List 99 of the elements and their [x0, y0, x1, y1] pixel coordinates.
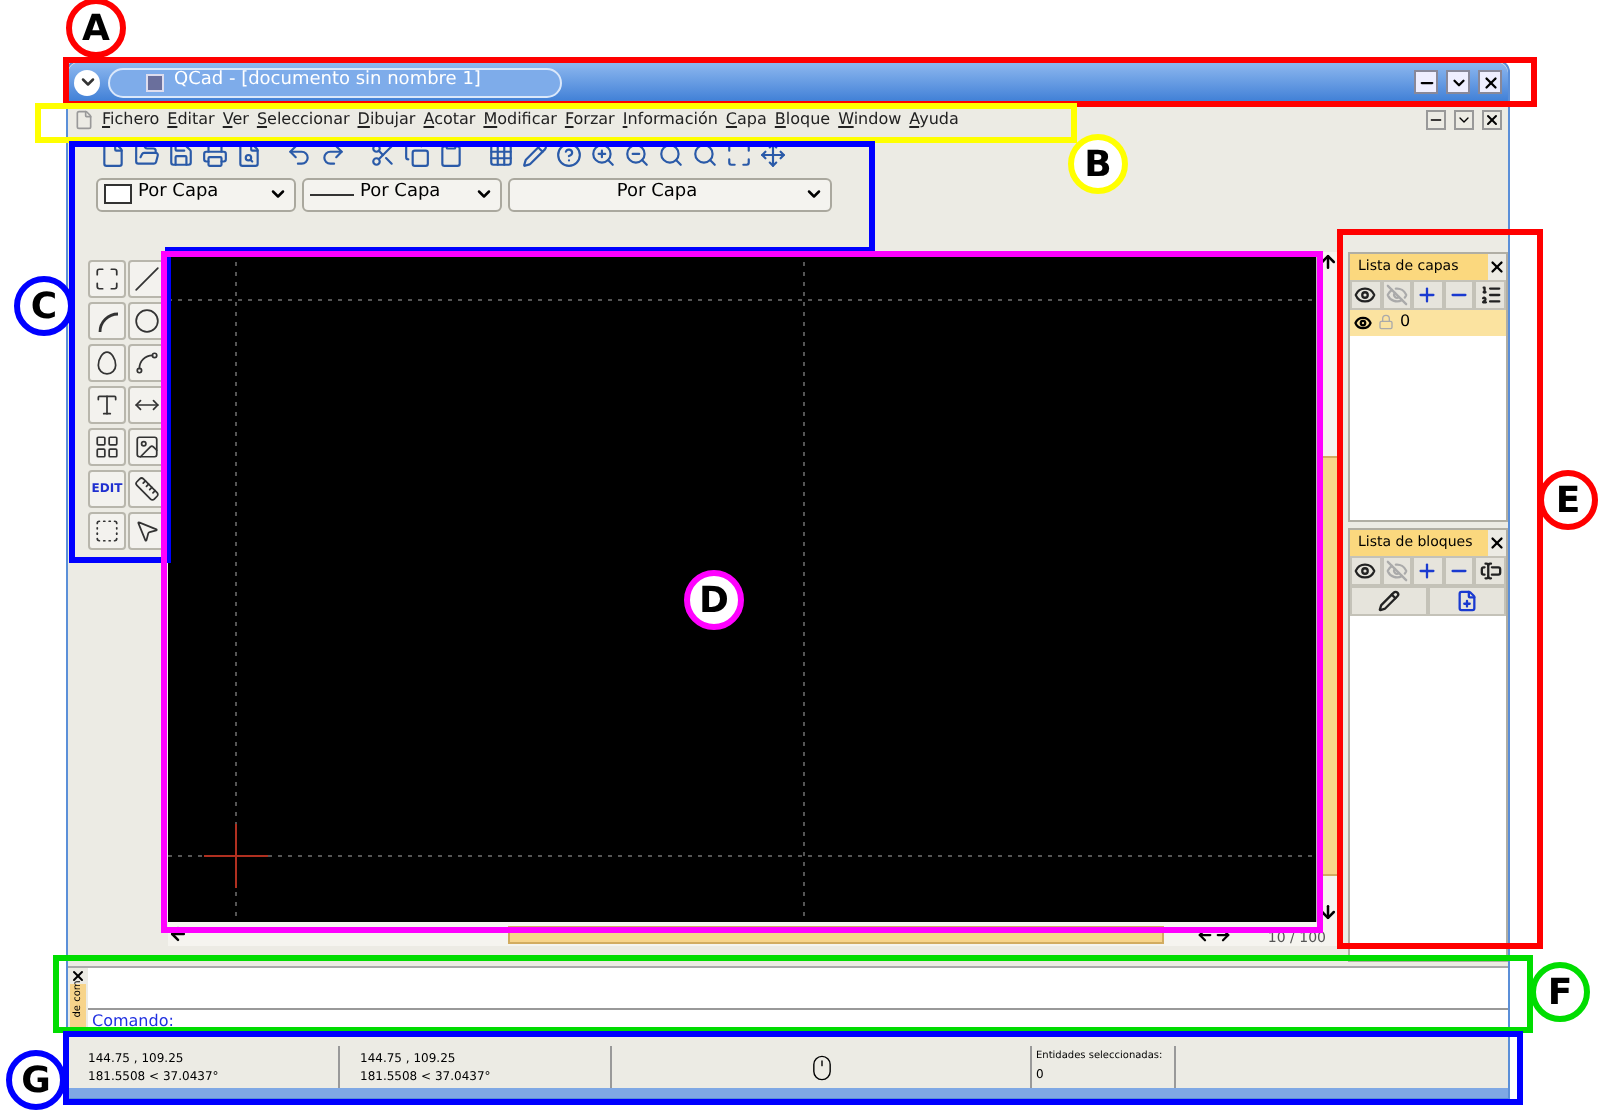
menu-item[interactable]: Ayuda — [909, 108, 959, 132]
pen-dropdown[interactable]: Por Capa — [96, 177, 296, 211]
hatch-tool[interactable] — [88, 428, 126, 466]
close-icon[interactable] — [1488, 533, 1506, 552]
paste-icon — [438, 142, 464, 168]
zoom-in-icon — [590, 142, 616, 168]
scroll-up-icon — [1318, 252, 1338, 272]
close-button[interactable] — [1478, 70, 1502, 94]
eye-icon — [1354, 313, 1372, 331]
app-logo-icon — [146, 73, 164, 91]
save-icon — [168, 142, 194, 168]
magnifier-icon — [692, 142, 718, 168]
menu-item[interactable]: Window — [838, 108, 902, 132]
zoom-icon — [658, 142, 684, 168]
rename-block-icon — [1479, 559, 1502, 581]
command-label: Comando: — [90, 1009, 176, 1033]
measure-icon — [133, 476, 159, 502]
spline-icon — [133, 350, 159, 376]
grid-icon — [488, 142, 514, 168]
close-icon[interactable] — [1488, 257, 1506, 276]
block-tool[interactable] — [88, 512, 126, 550]
select-icon — [133, 518, 159, 544]
color-swatch-icon — [104, 184, 132, 204]
insert-block-icon — [1456, 589, 1478, 611]
show-all-icon — [1354, 559, 1377, 581]
show-all-icon — [1354, 283, 1377, 305]
pan-icon — [760, 142, 786, 168]
annotation-badge: A — [66, 0, 126, 58]
arc-tool[interactable] — [88, 302, 126, 340]
redo-icon — [320, 142, 346, 168]
menu-item[interactable]: Editar — [167, 108, 215, 132]
lock-icon — [1378, 314, 1394, 330]
circle-icon — [133, 308, 159, 334]
cut-icon — [370, 142, 396, 168]
menu-item[interactable]: Información — [622, 108, 718, 132]
edit-layer-button[interactable] — [1474, 279, 1506, 309]
edit-layer-icon — [1479, 283, 1502, 305]
add-layer-button[interactable] — [1412, 279, 1444, 309]
insert-block-button[interactable] — [1428, 585, 1506, 615]
add-block-button[interactable] — [1412, 555, 1444, 585]
doc-close-button[interactable] — [1482, 110, 1502, 130]
pen-dropdown[interactable]: Por Capa — [508, 177, 832, 211]
image-icon — [133, 434, 159, 460]
new-file-icon — [100, 142, 126, 168]
text-icon — [94, 392, 120, 418]
window-title: QCad - [documento sin nombre 1] — [174, 68, 481, 95]
line-sample-icon — [310, 193, 354, 195]
add-block-icon — [1416, 559, 1439, 581]
zoom-out-icon — [624, 142, 650, 168]
minimize-button[interactable] — [1414, 70, 1438, 94]
caret-icon — [1456, 112, 1472, 128]
mouse-icon — [807, 1053, 835, 1081]
maximize-button[interactable] — [1446, 70, 1470, 94]
hide-all-icon — [1385, 283, 1408, 305]
menu-item[interactable]: Bloque — [774, 108, 831, 132]
pencil-icon — [522, 142, 548, 168]
menu-item[interactable]: Seleccionar — [256, 108, 350, 132]
close-icon — [1484, 112, 1500, 128]
annotation-badge: E — [1538, 470, 1598, 530]
close-icon[interactable] — [70, 968, 86, 984]
document-icon — [74, 110, 94, 130]
arc-icon — [95, 309, 119, 333]
annotation-badge: C — [14, 276, 74, 336]
text-tool[interactable] — [88, 386, 126, 424]
layer-row[interactable]: 0 — [1350, 309, 1506, 335]
annotation-badge: F — [1530, 962, 1590, 1022]
copy-icon — [404, 142, 430, 168]
menu-item[interactable]: Fichero — [102, 108, 160, 132]
close-icon — [1481, 73, 1499, 91]
zoom-fit-icon — [726, 142, 752, 168]
add-layer-icon — [1416, 283, 1439, 305]
line-icon — [133, 266, 159, 292]
menu-item[interactable]: Acotar — [423, 108, 476, 132]
menu-item[interactable]: Forzar — [564, 108, 615, 132]
scroll-down-icon — [1318, 902, 1338, 922]
doc-minimize-button[interactable] — [1426, 110, 1446, 130]
print-preview-icon — [236, 142, 262, 168]
window-menu-button[interactable] — [74, 69, 100, 95]
menu-item[interactable]: Dibujar — [357, 108, 416, 132]
show-all-button[interactable] — [1350, 555, 1382, 585]
hide-all-icon — [1385, 559, 1408, 581]
menu-item[interactable]: Modificar — [483, 108, 557, 132]
points-tool[interactable] — [88, 260, 126, 298]
caret-icon — [77, 72, 97, 92]
menu-item[interactable]: Capa — [725, 108, 767, 132]
undo-icon — [286, 142, 312, 168]
pen-dropdown[interactable]: Por Capa — [302, 177, 502, 211]
edit-block-button[interactable] — [1350, 585, 1428, 615]
help-icon — [556, 142, 582, 168]
edit-block-icon — [1378, 589, 1400, 611]
annotation-badge: G — [6, 1050, 66, 1110]
menu-item[interactable]: Ver — [222, 108, 249, 132]
ellipse-tool[interactable] — [88, 344, 126, 382]
origin-crosshair-icon — [203, 823, 269, 889]
rename-block-button[interactable] — [1474, 555, 1506, 585]
open-folder-icon — [134, 142, 160, 168]
print-icon — [202, 142, 228, 168]
show-all-button[interactable] — [1350, 279, 1382, 309]
doc-restore-button[interactable] — [1454, 110, 1474, 130]
